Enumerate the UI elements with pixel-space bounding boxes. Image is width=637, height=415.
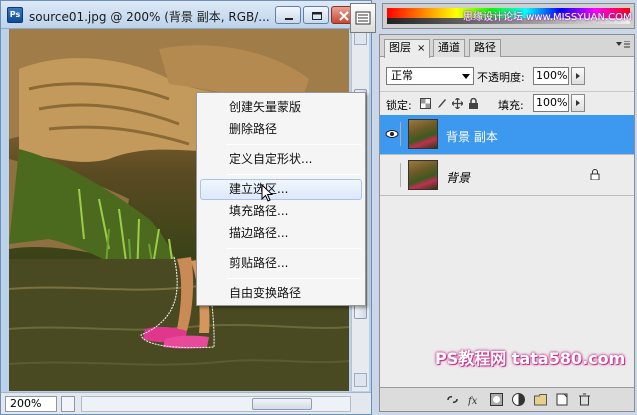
lock-pixels-brush-icon[interactable] (436, 98, 447, 109)
tab-paths[interactable]: 路径 (469, 39, 501, 57)
fill-slider-button[interactable] (571, 94, 585, 112)
blend-mode-value: 正常 (391, 69, 413, 82)
lock-all-icon[interactable] (468, 98, 479, 109)
horizontal-scrollbar[interactable] (81, 396, 351, 412)
layer-visibility-toggle[interactable] (383, 163, 401, 187)
maximize-icon (312, 12, 322, 20)
lock-transparency-icon[interactable] (420, 98, 431, 109)
chevron-right-icon (576, 73, 580, 79)
layer-name[interactable]: 背景 副本 (446, 128, 498, 145)
menu-item-stroke-path[interactable]: 描边路径... (200, 223, 362, 244)
scroll-down-arrow[interactable] (354, 373, 367, 387)
svg-text:fx: fx (468, 396, 478, 406)
minimize-button[interactable] (275, 6, 301, 24)
panel-toggle-icon (355, 11, 371, 25)
layers-panel-footer: fx (380, 387, 634, 411)
menu-item-delete-path[interactable]: 删除路径 (200, 119, 362, 140)
trash-icon[interactable] (578, 393, 591, 406)
new-layer-icon[interactable] (556, 393, 569, 406)
chevron-right-icon (576, 100, 580, 106)
ps-app-icon: Ps (7, 7, 23, 23)
watermark-bottom: PS教程网 tata580.com (435, 349, 626, 368)
adjustment-layer-icon[interactable] (512, 393, 525, 406)
blend-mode-select[interactable]: 正常 (386, 67, 474, 85)
menu-item-define-custom-shape[interactable]: 定义自定形状... (200, 149, 362, 170)
opacity-slider-button[interactable] (571, 67, 585, 85)
panel-toggle-button[interactable] (350, 3, 376, 33)
zoom-field[interactable]: 200% (5, 396, 57, 412)
menu-item-create-vector-mask[interactable]: 创建矢量蒙版 (200, 97, 362, 118)
panel-menu-icon[interactable] (616, 41, 630, 51)
status-bar: 200% (1, 392, 371, 414)
menu-separator (227, 248, 361, 249)
menu-item-clipping-path[interactable]: 剪贴路径... (200, 253, 362, 274)
lock-position-move-icon[interactable] (452, 98, 463, 109)
tab-layers-label: 图层 (389, 41, 411, 54)
horizontal-scroll-thumb[interactable] (252, 398, 312, 410)
document-title: source01.jpg @ 200% (背景 副本, RGB/... (29, 10, 270, 24)
layer-thumbnail[interactable] (408, 119, 438, 149)
lock-row: 锁定: 填充: 100% (380, 91, 634, 113)
menu-separator (227, 174, 361, 175)
watermark-top: 思缘设计论坛 www.MISSYUAN.COM (463, 12, 632, 23)
layer-row-background[interactable]: 背景 (380, 156, 634, 196)
document-title-bar[interactable]: Ps source01.jpg @ 200% (背景 副本, RGB/... (1, 1, 371, 29)
tab-layers[interactable]: 图层 × (384, 39, 431, 58)
add-mask-icon[interactable] (490, 393, 503, 406)
maximize-button[interactable] (303, 6, 329, 24)
layer-name[interactable]: 背景 (446, 169, 470, 186)
cursor-arrow-icon (261, 184, 274, 202)
layer-thumbnail[interactable] (408, 160, 438, 190)
context-menu: 创建矢量蒙版 删除路径 定义自定形状... 建立选区... 填充路径... 描边… (196, 92, 366, 306)
status-info-icon[interactable] (61, 396, 75, 412)
lock-label: 锁定: (386, 99, 412, 112)
menu-item-free-transform-path[interactable]: 自由变换路径 (200, 283, 362, 304)
fill-label: 填充: (498, 99, 524, 112)
minimize-icon (285, 18, 293, 20)
lock-icon (590, 169, 600, 180)
panel-tabs: 图层 × 通道 路径 (380, 35, 634, 58)
menu-item-fill-path[interactable]: 填充路径... (200, 201, 362, 222)
layer-visibility-toggle[interactable] (383, 122, 401, 146)
eye-icon (385, 130, 399, 138)
opacity-label: 不透明度: (477, 71, 525, 84)
tab-close-icon[interactable]: × (417, 43, 425, 54)
tab-channels[interactable]: 通道 (433, 39, 465, 57)
chevron-down-icon (462, 74, 470, 79)
opacity-input[interactable]: 100% (533, 67, 569, 85)
menu-separator (227, 278, 361, 279)
menu-item-make-selection[interactable]: 建立选区... (200, 179, 362, 200)
new-group-folder-icon[interactable] (534, 393, 547, 406)
fill-input[interactable]: 100% (533, 94, 569, 112)
layer-row-background-copy[interactable]: 背景 副本 (380, 115, 634, 155)
layer-style-fx-icon[interactable]: fx (468, 393, 481, 406)
menu-separator (227, 144, 361, 145)
link-layers-icon[interactable] (446, 393, 459, 406)
